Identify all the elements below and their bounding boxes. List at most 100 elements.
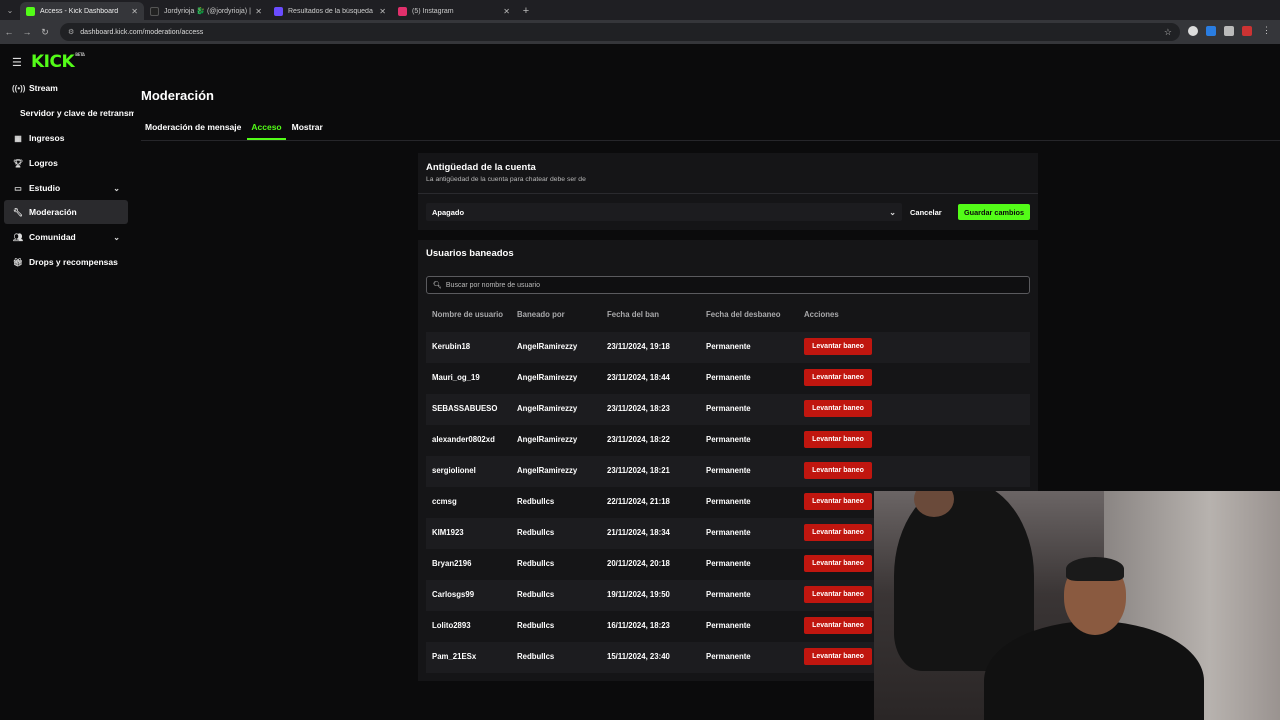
revenue-icon: ▦ xyxy=(14,133,22,143)
save-button[interactable]: Guardar cambios xyxy=(958,204,1030,220)
gift-icon: 🎁︎ xyxy=(12,257,24,267)
unban-button[interactable]: Levantar baneo xyxy=(804,338,872,355)
sidebar-item-server-key[interactable]: Servidor y clave de retransmisión xyxy=(20,108,134,118)
close-icon[interactable]: ✕ xyxy=(379,7,386,16)
studio-icon: ▭ xyxy=(14,183,22,193)
chevron-down-icon: ⌄ xyxy=(113,183,120,193)
unban-button[interactable]: Levantar baneo xyxy=(804,617,872,634)
tiktok-favicon-icon xyxy=(150,6,159,16)
username-cell: KIM1923 xyxy=(432,528,464,537)
reload-icon[interactable]: ↻ xyxy=(36,27,54,38)
card-title: Antigüedad de la cuenta xyxy=(426,162,536,173)
sidebar-item-moderacion[interactable]: 🔧︎ Moderación xyxy=(4,200,128,224)
unban-date-cell: Permanente xyxy=(706,652,751,661)
banned-by-cell: AngelRamirezzy xyxy=(517,342,578,351)
tab-title: Resultados de la búsqueda de xyxy=(288,7,376,15)
sidebar-item-ingresos[interactable]: ▦ Ingresos xyxy=(4,126,128,150)
ban-date-cell: 23/11/2024, 18:44 xyxy=(607,373,670,382)
url-field[interactable]: ⚙ dashboard.kick.com/moderation/access ☆ xyxy=(60,23,1180,41)
account-age-select[interactable]: Apagado ⌄ xyxy=(426,203,902,221)
table-row: alexander0802xd AngelRamirezzy 23/11/2024,… xyxy=(426,425,1030,456)
table-row: sergiolionel AngelRamirezzy 23/11/2024, 18… xyxy=(426,456,1030,487)
cancel-button[interactable]: Cancelar xyxy=(910,204,942,220)
sidebar-item-label: Ingresos xyxy=(29,133,65,143)
ban-date-cell: 23/11/2024, 18:22 xyxy=(607,435,670,444)
unban-button[interactable]: Levantar baneo xyxy=(804,431,872,448)
unban-date-cell: Permanente xyxy=(706,621,751,630)
column-header: Baneado por xyxy=(517,310,565,319)
ban-date-cell: 23/11/2024, 18:23 xyxy=(607,404,670,413)
browser-tab[interactable]: Resultados de la búsqueda de ✕ xyxy=(268,2,392,20)
unban-button[interactable]: Levantar baneo xyxy=(804,400,872,417)
username-cell: Carlosgs99 xyxy=(432,590,475,599)
moderation-tabs: Moderación de mensaje Acceso Mostrar xyxy=(141,122,329,140)
bookmark-star-icon[interactable]: ☆ xyxy=(1164,27,1172,38)
site-info-icon[interactable]: ⚙ xyxy=(68,28,74,36)
sidebar-item-drops[interactable]: 🎁︎ Drops y recompensas xyxy=(4,250,128,274)
sidebar-item-comunidad[interactable]: 👥︎ Comunidad ⌄ xyxy=(4,225,128,249)
sidebar-item-label: Drops y recompensas xyxy=(29,257,118,267)
tab-search-icon[interactable]: ⌄ xyxy=(0,0,20,20)
ban-date-cell: 15/11/2024, 23:40 xyxy=(607,652,670,661)
unban-button[interactable]: Levantar baneo xyxy=(804,369,872,386)
ban-date-cell: 23/11/2024, 18:21 xyxy=(607,466,670,475)
sidebar-item-estudio[interactable]: ▭ Estudio ⌄ xyxy=(4,176,128,200)
card-subtitle: La antigüedad de la cuenta para chatear … xyxy=(426,176,586,183)
extension-icon[interactable] xyxy=(1224,26,1234,36)
browser-tab[interactable]: Jordyrioja 🐉 (@jordyrioja) | Ti ✕ xyxy=(144,2,268,20)
menu-icon[interactable]: ⋮ xyxy=(1262,25,1272,35)
column-header: Fecha del desbaneo xyxy=(706,310,781,319)
instagram-favicon-icon xyxy=(398,6,407,16)
username-cell: alexander0802xd xyxy=(432,435,495,444)
unban-date-cell: Permanente xyxy=(706,435,751,444)
column-header: Acciones xyxy=(804,310,839,319)
hamburger-icon[interactable]: ☰ xyxy=(12,56,22,69)
forward-icon[interactable]: → xyxy=(18,27,36,37)
extension-icon[interactable] xyxy=(1206,26,1216,36)
browser-tab[interactable]: (5) Instagram ✕ xyxy=(392,2,516,20)
unban-button[interactable]: Levantar baneo xyxy=(804,648,872,665)
tab-message-moderation[interactable]: Moderación de mensaje xyxy=(141,122,245,140)
unban-button[interactable]: Levantar baneo xyxy=(804,462,872,479)
back-icon[interactable]: ← xyxy=(0,27,18,37)
extension-icon[interactable] xyxy=(1188,26,1198,36)
banned-by-cell: Redbullcs xyxy=(517,528,555,537)
tab-title: Jordyrioja 🐉 (@jordyrioja) | Ti xyxy=(164,8,252,15)
unban-date-cell: Permanente xyxy=(706,497,751,506)
tabs-divider xyxy=(141,140,1280,141)
page-title: Moderación xyxy=(141,88,214,103)
tab-display[interactable]: Mostrar xyxy=(288,122,327,140)
table-row: Mauri_og_19 AngelRamirezzy 23/11/2024, 18:… xyxy=(426,363,1030,394)
ban-date-cell: 16/11/2024, 18:23 xyxy=(607,621,670,630)
ban-date-cell: 19/11/2024, 19:50 xyxy=(607,590,670,599)
unban-button[interactable]: Levantar baneo xyxy=(804,493,872,510)
search-icon: 🔍︎ xyxy=(433,282,442,289)
kick-logo[interactable]: KICKBETA xyxy=(31,52,85,72)
username-cell: ccmsg xyxy=(432,497,457,506)
unban-button[interactable]: Levantar baneo xyxy=(804,555,872,572)
new-tab-icon[interactable]: + xyxy=(516,2,536,20)
close-icon[interactable]: ✕ xyxy=(131,7,138,16)
banned-by-cell: Redbullcs xyxy=(517,621,555,630)
unban-button[interactable]: Levantar baneo xyxy=(804,586,872,603)
sidebar: ☰ KICKBETA ((•)) Stream Servidor y clave… xyxy=(0,44,134,720)
unban-date-cell: Permanente xyxy=(706,590,751,599)
unban-button[interactable]: Levantar baneo xyxy=(804,524,872,541)
divider xyxy=(418,193,1038,194)
banned-by-cell: AngelRamirezzy xyxy=(517,404,578,413)
sidebar-item-logros[interactable]: 🏆︎ Logros xyxy=(4,151,128,175)
select-value: Apagado xyxy=(432,207,465,217)
sidebar-item-stream[interactable]: ((•)) Stream xyxy=(4,76,128,100)
search-input[interactable]: 🔍︎ Buscar por nombre de usuario xyxy=(426,276,1030,294)
extension-icon[interactable] xyxy=(1242,26,1252,36)
close-icon[interactable]: ✕ xyxy=(503,7,510,16)
sidebar-item-label: Estudio xyxy=(29,183,61,193)
browser-tab[interactable]: Access - Kick Dashboard ✕ xyxy=(20,2,144,20)
address-bar-row: ← → ↻ ⚙ dashboard.kick.com/moderation/ac… xyxy=(0,20,1280,44)
username-cell: Mauri_og_19 xyxy=(432,373,480,382)
username-cell: SEBASSABUESO xyxy=(432,404,498,413)
close-icon[interactable]: ✕ xyxy=(255,7,262,16)
tab-access[interactable]: Acceso xyxy=(247,122,286,140)
webcam-person-hair xyxy=(1066,557,1124,581)
table-header: Nombre de usuario Baneado por Fecha del … xyxy=(426,310,1030,324)
